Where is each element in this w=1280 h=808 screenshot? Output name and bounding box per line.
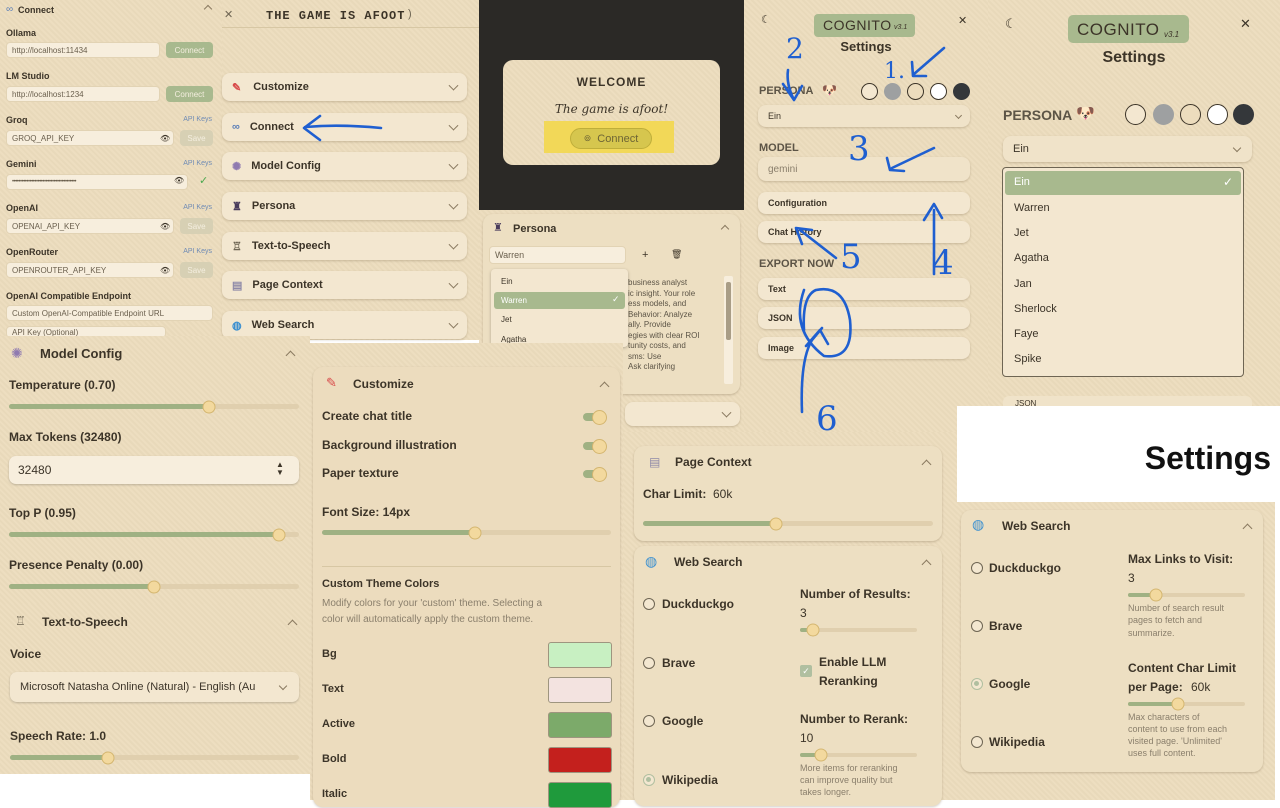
- annotation-arrow: [302, 114, 383, 142]
- annotation-overlay: [302, 114, 383, 142]
